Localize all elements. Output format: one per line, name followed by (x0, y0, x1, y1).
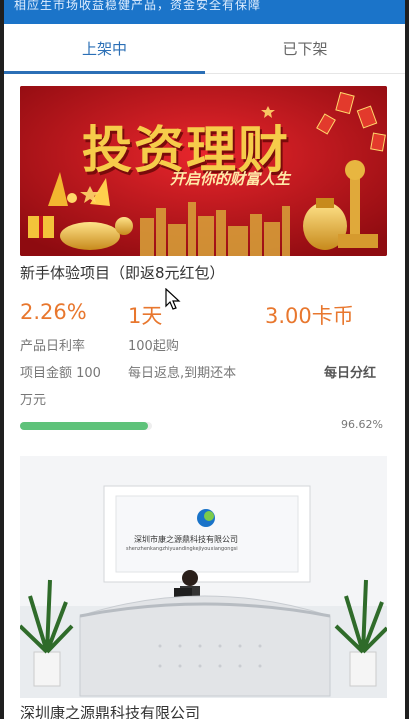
progress-percent: 96.62% (341, 418, 383, 431)
product-banner[interactable]: 深圳市康之源鼎科技有限公司 shenzhenkangzhiyuandingkej… (20, 456, 387, 698)
product-card[interactable]: 深圳市康之源鼎科技有限公司 shenzhenkangzhiyuandingkej… (20, 456, 387, 719)
progress-fill (20, 422, 148, 430)
notice-text: 相应生市场收益稳健产品，资金安全有保障 (14, 0, 262, 12)
banner-slogan: 开启你的财富人生 (170, 170, 291, 188)
product-title[interactable]: 深圳康之源鼎科技有限公司 (20, 702, 200, 719)
product-banner[interactable]: 投资理财 开启你的财富人生 (20, 86, 387, 256)
office-reception-illustration (20, 456, 387, 698)
min-purchase-label: 100起购 (128, 339, 179, 354)
mouse-cursor-icon (165, 288, 181, 310)
company-sign-pinyin: shenzhenkangzhiyuandingkejiyouxiangongsi (126, 546, 238, 552)
daily-rate-value: 2.26% (20, 300, 87, 324)
product-card[interactable]: 投资理财 开启你的财富人生 新手体验项目（即返8元红包） 2.26% 1天 3.… (20, 86, 387, 446)
notice-strip: 相应生市场收益稳健产品，资金安全有保障 (4, 0, 405, 24)
dividend-label: 每日分红 (324, 366, 377, 381)
daily-rate-label: 产品日利率 (20, 339, 86, 354)
repayment-method-label: 每日返息,到期还本 (128, 366, 237, 381)
project-amount-unit: 万元 (20, 393, 47, 408)
tab-bar: 上架中 已下架 (4, 24, 405, 74)
product-title[interactable]: 新手体验项目（即返8元红包） (20, 262, 225, 283)
reward-value: 3.00卡币 (265, 304, 354, 328)
progress-bar (20, 422, 152, 430)
term-value: 1天 (128, 304, 163, 328)
app-screen: 相应生市场收益稳健产品，资金安全有保障 上架中 已下架 投资理财 开启你的财富人… (4, 0, 405, 719)
tab-off-sale[interactable]: 已下架 (205, 24, 405, 74)
project-amount-label: 项目金额 100 (20, 366, 101, 381)
company-sign-name: 深圳市康之源鼎科技有限公司 (134, 535, 238, 544)
tab-on-sale[interactable]: 上架中 (4, 24, 205, 74)
active-tab-indicator (4, 71, 205, 74)
